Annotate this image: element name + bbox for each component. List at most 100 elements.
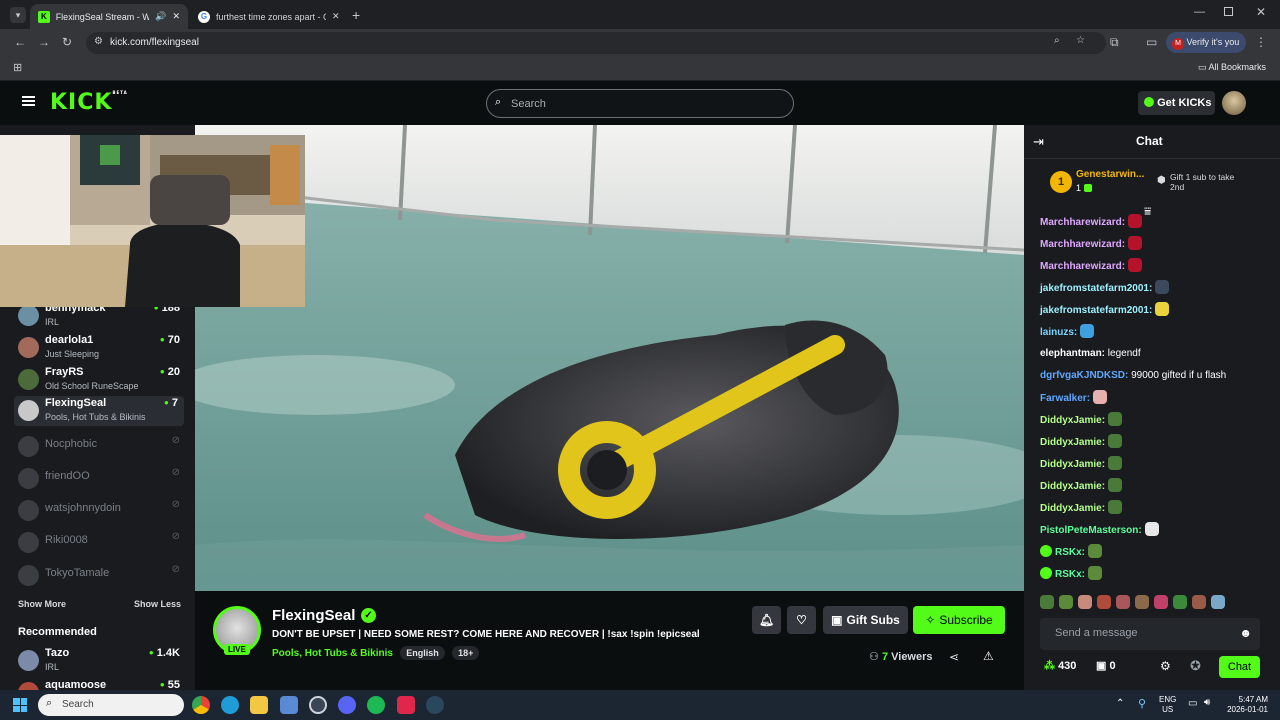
- emote-icon[interactable]: [1192, 595, 1206, 609]
- tab-flexingseal[interactable]: K FlexingSeal Stream - Watch 🔊 ✕: [30, 4, 188, 29]
- chat-username[interactable]: RSKx:: [1055, 547, 1085, 558]
- chat-username[interactable]: Marchharewizard:: [1040, 261, 1125, 272]
- zoom-icon[interactable]: ⌕: [1054, 35, 1060, 46]
- emote-icon[interactable]: [1173, 595, 1187, 609]
- forward-icon[interactable]: →: [38, 35, 50, 49]
- all-bookmarks[interactable]: ▭ All Bookmarks: [1198, 62, 1266, 73]
- emoji-icon[interactable]: ☻: [1239, 626, 1252, 640]
- emote-icon[interactable]: [1154, 595, 1168, 609]
- store-taskbar-icon[interactable]: [280, 696, 298, 714]
- sidebar-channel-offline[interactable]: watsjohnnydoin ⊘: [16, 496, 186, 526]
- back-icon[interactable]: ←: [14, 35, 26, 49]
- chat-username[interactable]: DiddyxJamie:: [1040, 437, 1105, 448]
- chat-username[interactable]: PistolPeteMasterson:: [1040, 525, 1142, 536]
- network-icon[interactable]: ▭: [1188, 698, 1197, 709]
- emote-icon[interactable]: [1211, 595, 1225, 609]
- subscribe-button[interactable]: ✧ Subscribe: [913, 606, 1005, 634]
- show-more-link[interactable]: Show More: [18, 599, 66, 609]
- chat-username[interactable]: DiddyxJamie:: [1040, 481, 1105, 492]
- file-explorer-icon[interactable]: [250, 696, 268, 714]
- category-link[interactable]: Pools, Hot Tubs & Bikinis: [272, 648, 393, 659]
- tray-chevron-icon[interactable]: ⌃: [1116, 698, 1124, 709]
- show-less-link[interactable]: Show Less: [134, 599, 181, 609]
- emote-icon[interactable]: [1116, 595, 1130, 609]
- steam-taskbar-icon[interactable]: [426, 696, 444, 714]
- chat-extension-icon[interactable]: ✪: [1190, 658, 1201, 674]
- notification-bell-button[interactable]: 🔔︎: [752, 606, 781, 634]
- get-kicks-button[interactable]: Get KICKs: [1138, 91, 1215, 115]
- tag-18plus[interactable]: 18+: [452, 646, 480, 660]
- chat-username[interactable]: DiddyxJamie:: [1040, 503, 1105, 514]
- sidebar-channel-offline[interactable]: friendOO ⊘: [16, 464, 186, 494]
- points-display[interactable]: ⁂ 430: [1044, 659, 1076, 672]
- chat-username[interactable]: DiddyxJamie:: [1040, 415, 1105, 426]
- extensions-icon[interactable]: ⧉: [1110, 35, 1119, 50]
- gift-subs-button[interactable]: ▣ Gift Subs: [823, 606, 908, 634]
- tab-google[interactable]: G furthest time zones apart - Goo ✕: [190, 4, 348, 29]
- emote-icon[interactable]: [1040, 595, 1054, 609]
- sidebar-channel-aquamoose[interactable]: aquamoose 55: [16, 678, 186, 690]
- follow-heart-button[interactable]: ♡: [787, 606, 816, 634]
- tab-list-button[interactable]: ▾: [10, 7, 26, 23]
- send-chat-button[interactable]: Chat: [1219, 656, 1260, 678]
- clock[interactable]: 5:47 AM 2026-01-01: [1226, 695, 1268, 715]
- gifts-display[interactable]: ▣ 0: [1096, 659, 1116, 672]
- chat-username[interactable]: Marchharewizard:: [1040, 239, 1125, 250]
- emote-icon[interactable]: [1097, 595, 1111, 609]
- maximize-icon[interactable]: [1224, 7, 1233, 16]
- chat-username[interactable]: dgrfvgaKJNDKSD:: [1040, 370, 1128, 381]
- speaker-icon[interactable]: 🔊: [155, 11, 166, 22]
- chrome-taskbar-icon[interactable]: [192, 696, 210, 714]
- emote-icon[interactable]: [1078, 595, 1092, 609]
- chat-username[interactable]: Marchharewizard:: [1040, 217, 1125, 228]
- app-taskbar-icon[interactable]: [397, 696, 415, 714]
- sidebar-channel-offline[interactable]: Nocphobic ⊘: [16, 432, 186, 462]
- report-icon[interactable]: ⚠: [983, 649, 994, 663]
- sidebar-channel-frayrs[interactable]: FrayRS Old School RuneScape 20: [16, 365, 186, 395]
- bookmark-star-icon[interactable]: ☆: [1076, 35, 1085, 46]
- close-tab-icon[interactable]: ✕: [332, 11, 340, 22]
- kick-logo[interactable]: KICKBETA: [50, 90, 128, 115]
- url-field[interactable]: ⚙ kick.com/flexingseal ⌕ ☆: [86, 32, 1106, 54]
- chat-username[interactable]: Farwalker:: [1040, 393, 1090, 404]
- language-indicator[interactable]: ENG US: [1159, 695, 1176, 715]
- windows-start-icon[interactable]: [13, 698, 27, 712]
- emote-icon[interactable]: [1059, 595, 1073, 609]
- sidebar-channel-flexingseal[interactable]: FlexingSeal Pools, Hot Tubs & Bikinis 7: [14, 396, 184, 426]
- site-info-icon[interactable]: ⚙: [94, 36, 103, 47]
- menu-kebab-icon[interactable]: ⋮: [1255, 35, 1267, 49]
- chat-username[interactable]: jakefromstatefarm2001:: [1040, 305, 1152, 316]
- volume-icon[interactable]: 🔊︎: [1204, 697, 1210, 708]
- new-tab-icon[interactable]: +: [352, 7, 360, 23]
- channel-name[interactable]: FlexingSeal: [272, 607, 355, 624]
- settings-gear-icon[interactable]: ⚙: [1160, 659, 1171, 673]
- video-player[interactable]: [195, 125, 1024, 591]
- chat-username[interactable]: lainuzs:: [1040, 327, 1077, 338]
- chat-username[interactable]: jakefromstatefarm2001:: [1040, 283, 1152, 294]
- user-avatar[interactable]: [1222, 91, 1246, 115]
- sidebar-channel-offline[interactable]: Riki0008 ⊘: [16, 528, 186, 558]
- minimize-icon[interactable]: —: [1194, 6, 1205, 18]
- share-icon[interactable]: ⋖: [949, 650, 959, 664]
- discord-taskbar-icon[interactable]: [338, 696, 356, 714]
- sidebar-channel-tazo[interactable]: Tazo IRL 1.4K: [16, 646, 186, 676]
- apps-grid-icon[interactable]: ⊞: [13, 61, 22, 74]
- chat-username[interactable]: RSKx:: [1055, 569, 1085, 580]
- cast-icon[interactable]: ▭: [1146, 35, 1157, 49]
- hamburger-menu-icon[interactable]: [22, 96, 35, 106]
- sidebar-channel-offline[interactable]: TokyoTamale ⊘: [16, 561, 186, 591]
- profile-button[interactable]: M Verify it's you: [1166, 32, 1246, 53]
- sidebar-channel-dearlola1[interactable]: dearlola1 Just Sleeping 70: [16, 333, 186, 363]
- chrome-active-taskbar-icon[interactable]: [309, 696, 327, 714]
- search-input[interactable]: ⌕ Search: [486, 89, 794, 118]
- reload-icon[interactable]: ↻: [62, 35, 72, 49]
- chat-input[interactable]: Send a message ☻: [1040, 618, 1260, 650]
- close-tab-icon[interactable]: ✕: [172, 11, 180, 22]
- tray-app-icon[interactable]: ⚲: [1138, 697, 1146, 710]
- taskbar-search[interactable]: ⌕ Search: [38, 694, 184, 716]
- edge-taskbar-icon[interactable]: [221, 696, 239, 714]
- chat-username[interactable]: elephantman:: [1040, 348, 1105, 359]
- close-window-icon[interactable]: ✕: [1256, 5, 1266, 19]
- spotify-taskbar-icon[interactable]: [367, 696, 385, 714]
- emote-icon[interactable]: [1135, 595, 1149, 609]
